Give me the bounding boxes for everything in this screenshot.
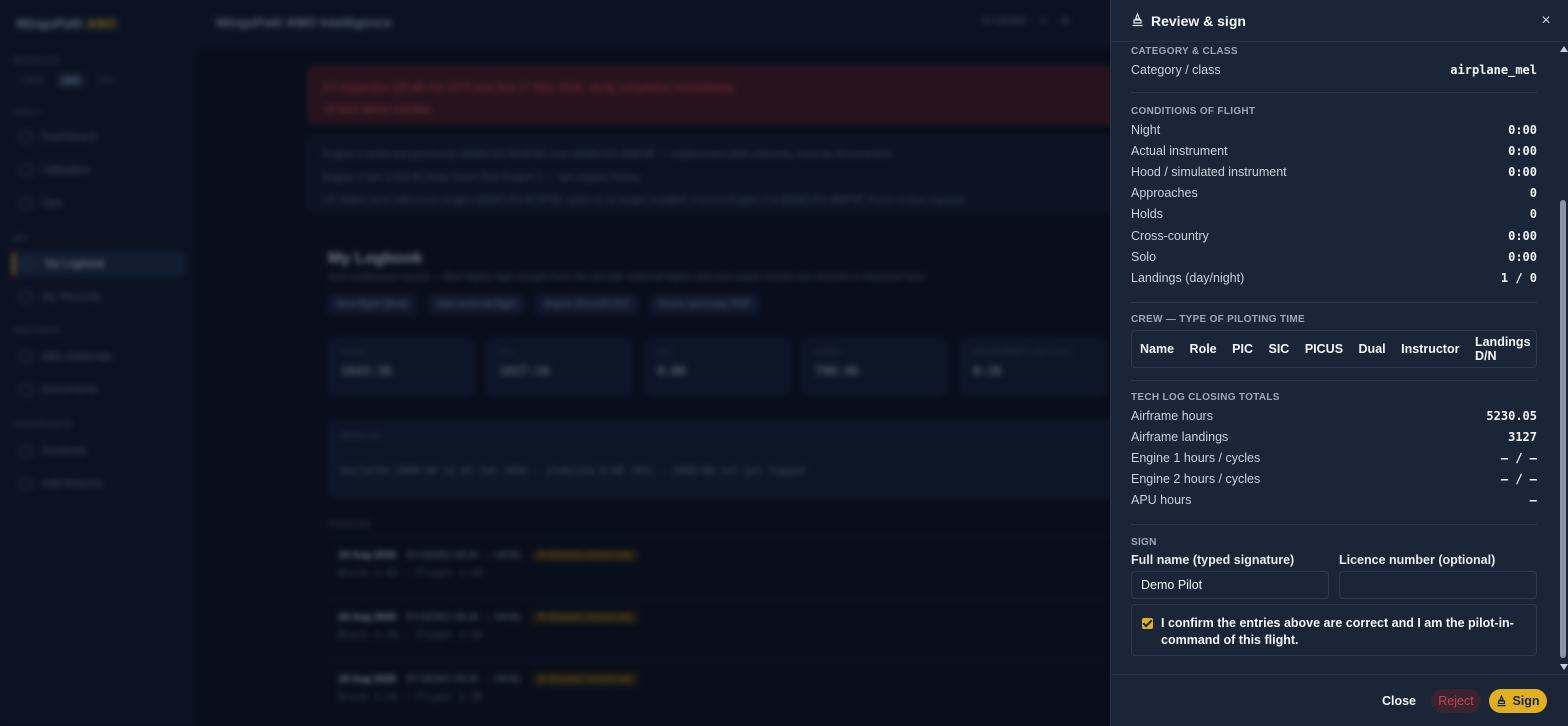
crew-col-name: Name	[1140, 342, 1175, 356]
section-title: TECH LOG CLOSING TOTALS	[1131, 392, 1280, 403]
condition-row-approaches: Approaches 0	[1131, 186, 1537, 201]
condition-row-holds: Holds 0	[1131, 207, 1537, 222]
section-title: SIGN	[1131, 537, 1157, 548]
scroll-up-arrow-icon[interactable]	[1560, 46, 1568, 52]
divider	[1131, 302, 1537, 303]
techlog-row-airframe-hours: Airframe hours 5230.05	[1131, 408, 1537, 423]
divider	[1131, 380, 1537, 381]
full-name-input[interactable]	[1131, 571, 1329, 599]
condition-row-night: Night 0:00	[1131, 122, 1537, 137]
close-icon[interactable]: ×	[1537, 12, 1555, 30]
review-sign-panel: Review & sign × CATEGORY & CLASS Categor…	[1110, 0, 1568, 726]
pen-icon	[1131, 12, 1144, 30]
conditions-section: CONDITIONS OF FLIGHT Night 0:00 Actual in…	[1131, 106, 1537, 289]
condition-row-landings: Landings (day/night) 1 / 0	[1131, 270, 1537, 285]
condition-row-cross-country: Cross-country 0:00	[1131, 228, 1537, 243]
techlog-row-engine-1: Engine 1 hours / cycles – / –	[1131, 450, 1537, 465]
panel-scroll-area[interactable]: CATEGORY & CLASS Category / class airpla…	[1111, 42, 1557, 674]
sign-button-label: Sign	[1512, 694, 1540, 708]
sign-button[interactable]: Sign	[1489, 689, 1547, 713]
category-row: Category / class airplane_mel	[1131, 62, 1537, 77]
reject-button[interactable]: Reject	[1431, 689, 1481, 713]
techlog-row-engine-2: Engine 2 hours / cycles – / –	[1131, 472, 1537, 487]
section-title: CREW — TYPE OF PILOTING TIME	[1131, 314, 1305, 325]
divider	[1131, 524, 1537, 525]
modal-backdrop[interactable]	[0, 0, 1110, 726]
full-name-label: Full name (typed signature)	[1131, 553, 1295, 567]
divider	[1131, 92, 1537, 93]
techlog-row-apu: APU hours –	[1131, 493, 1537, 508]
panel-header: Review & sign ×	[1111, 0, 1568, 42]
crew-col-landings: Landings D/N	[1474, 335, 1531, 363]
techlog-section: TECH LOG CLOSING TOTALS Airframe hours 52…	[1131, 392, 1537, 511]
crew-section: CREW — TYPE OF PILOTING TIME	[1131, 314, 1537, 325]
panel-title: Review & sign	[1151, 13, 1246, 29]
crew-col-dual: Dual	[1358, 342, 1386, 356]
crew-table-header: Name Role PIC SIC PICUS Dual Instructor …	[1131, 330, 1537, 368]
section-title: CATEGORY & CLASS	[1131, 46, 1238, 57]
condition-row-hood: Hood / simulated instrument 0:00	[1131, 164, 1537, 179]
crew-col-pic: PIC	[1232, 342, 1253, 356]
panel-footer: Close Reject Sign	[1111, 674, 1568, 726]
condition-row-actual-instrument: Actual instrument 0:00	[1131, 143, 1537, 158]
sign-section: SIGN	[1131, 537, 1537, 548]
confirm-text: I confirm the entries above are correct …	[1161, 616, 1514, 647]
confirm-checkbox[interactable]	[1142, 618, 1153, 629]
section-title: CONDITIONS OF FLIGHT	[1131, 106, 1256, 117]
scrollbar-thumb[interactable]	[1560, 200, 1566, 658]
confirm-checkbox-row[interactable]: I confirm the entries above are correct …	[1131, 604, 1537, 656]
condition-row-solo: Solo 0:00	[1131, 249, 1537, 264]
licence-number-input[interactable]	[1339, 571, 1537, 599]
crew-col-role: Role	[1189, 342, 1217, 356]
pen-icon	[1497, 695, 1507, 707]
techlog-row-airframe-landings: Airframe landings 3127	[1131, 429, 1537, 444]
crew-col-picus: PICUS	[1304, 342, 1344, 356]
scroll-down-arrow-icon[interactable]	[1560, 664, 1568, 670]
crew-col-instructor: Instructor	[1401, 342, 1460, 356]
close-button[interactable]: Close	[1377, 689, 1421, 713]
licence-label: Licence number (optional)	[1339, 553, 1496, 567]
category-value: airplane_mel	[1450, 62, 1537, 77]
crew-col-sic: SIC	[1268, 342, 1290, 356]
category-section: CATEGORY & CLASS Category / class airpla…	[1131, 46, 1537, 80]
panel-scrollbar[interactable]	[1557, 42, 1568, 674]
